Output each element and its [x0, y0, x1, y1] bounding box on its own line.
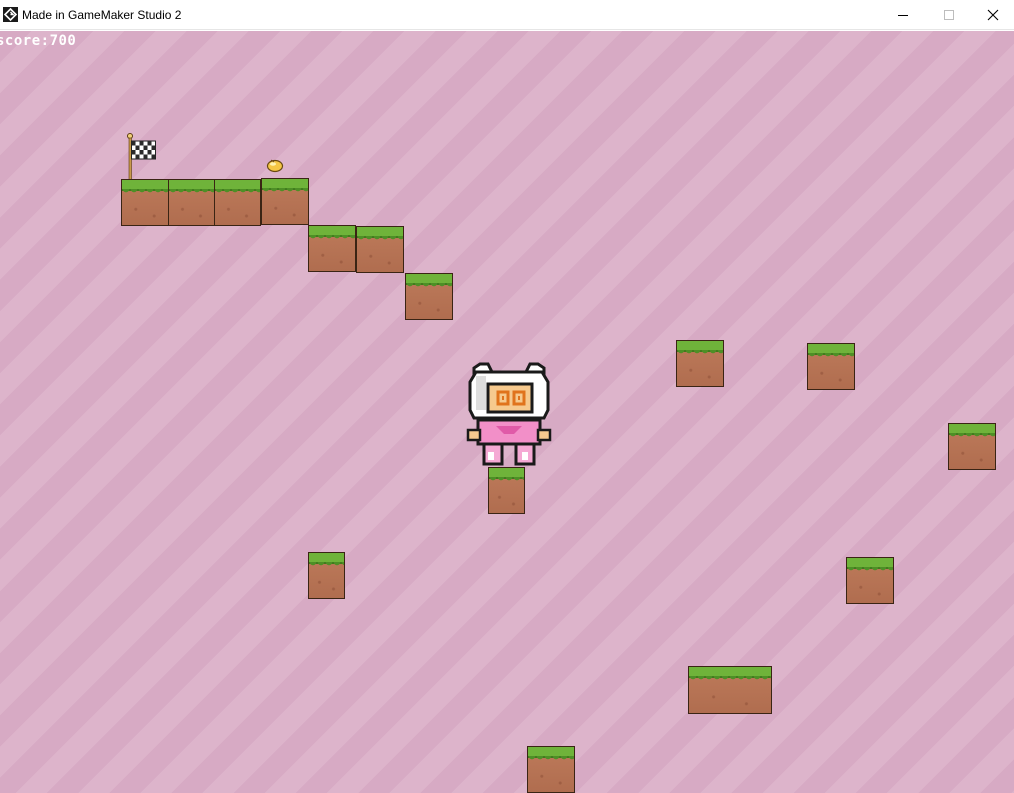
grass-block — [121, 179, 169, 226]
window-titlebar[interactable]: Made in GameMaker Studio 2 — [0, 0, 1014, 30]
gamemaker-logo-icon — [3, 7, 18, 22]
grass-block — [356, 226, 404, 273]
grass-block — [807, 343, 855, 390]
grass-block — [261, 178, 309, 225]
minimize-icon — [898, 15, 908, 16]
grass-block — [308, 225, 356, 272]
grass-block — [688, 666, 772, 714]
grass-block — [527, 746, 575, 793]
grass-block — [214, 179, 261, 226]
player-character — [466, 362, 552, 466]
gold-coin-icon — [266, 159, 284, 173]
window-title: Made in GameMaker Studio 2 — [22, 8, 182, 22]
grass-block — [308, 552, 345, 599]
grass-block — [168, 179, 215, 226]
maximize-icon — [944, 10, 954, 20]
grass-block — [488, 467, 525, 514]
checkered-flag-icon — [127, 133, 156, 181]
maximize-button[interactable] — [926, 0, 972, 30]
grass-block — [948, 423, 996, 470]
close-icon — [987, 9, 999, 21]
close-button[interactable] — [970, 0, 1014, 30]
score-counter: score:700 — [0, 33, 77, 49]
grass-block — [405, 273, 453, 320]
grass-block — [676, 340, 724, 387]
minimize-button[interactable] — [880, 0, 926, 30]
grass-block — [846, 557, 894, 604]
game-viewport[interactable]: score:700 — [0, 31, 1014, 793]
